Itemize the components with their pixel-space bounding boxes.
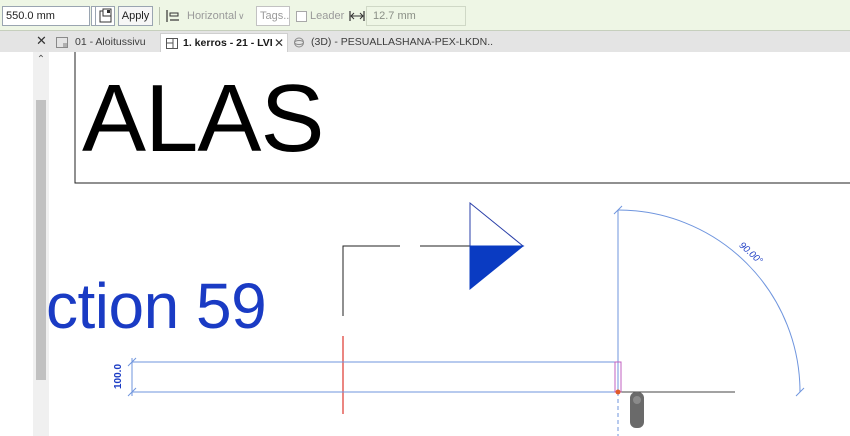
pipe-point <box>615 389 621 395</box>
text-note-title[interactable]: ALAS <box>82 64 324 174</box>
dimension-value[interactable]: 100.0 <box>113 359 127 389</box>
section-bracket-line <box>342 245 400 316</box>
section-head-fill <box>469 245 525 291</box>
section-head-outline <box>469 201 525 247</box>
door-swing-arc <box>617 209 801 393</box>
fixture-symbol <box>630 392 644 428</box>
section-label[interactable]: ction 59 <box>46 268 267 344</box>
